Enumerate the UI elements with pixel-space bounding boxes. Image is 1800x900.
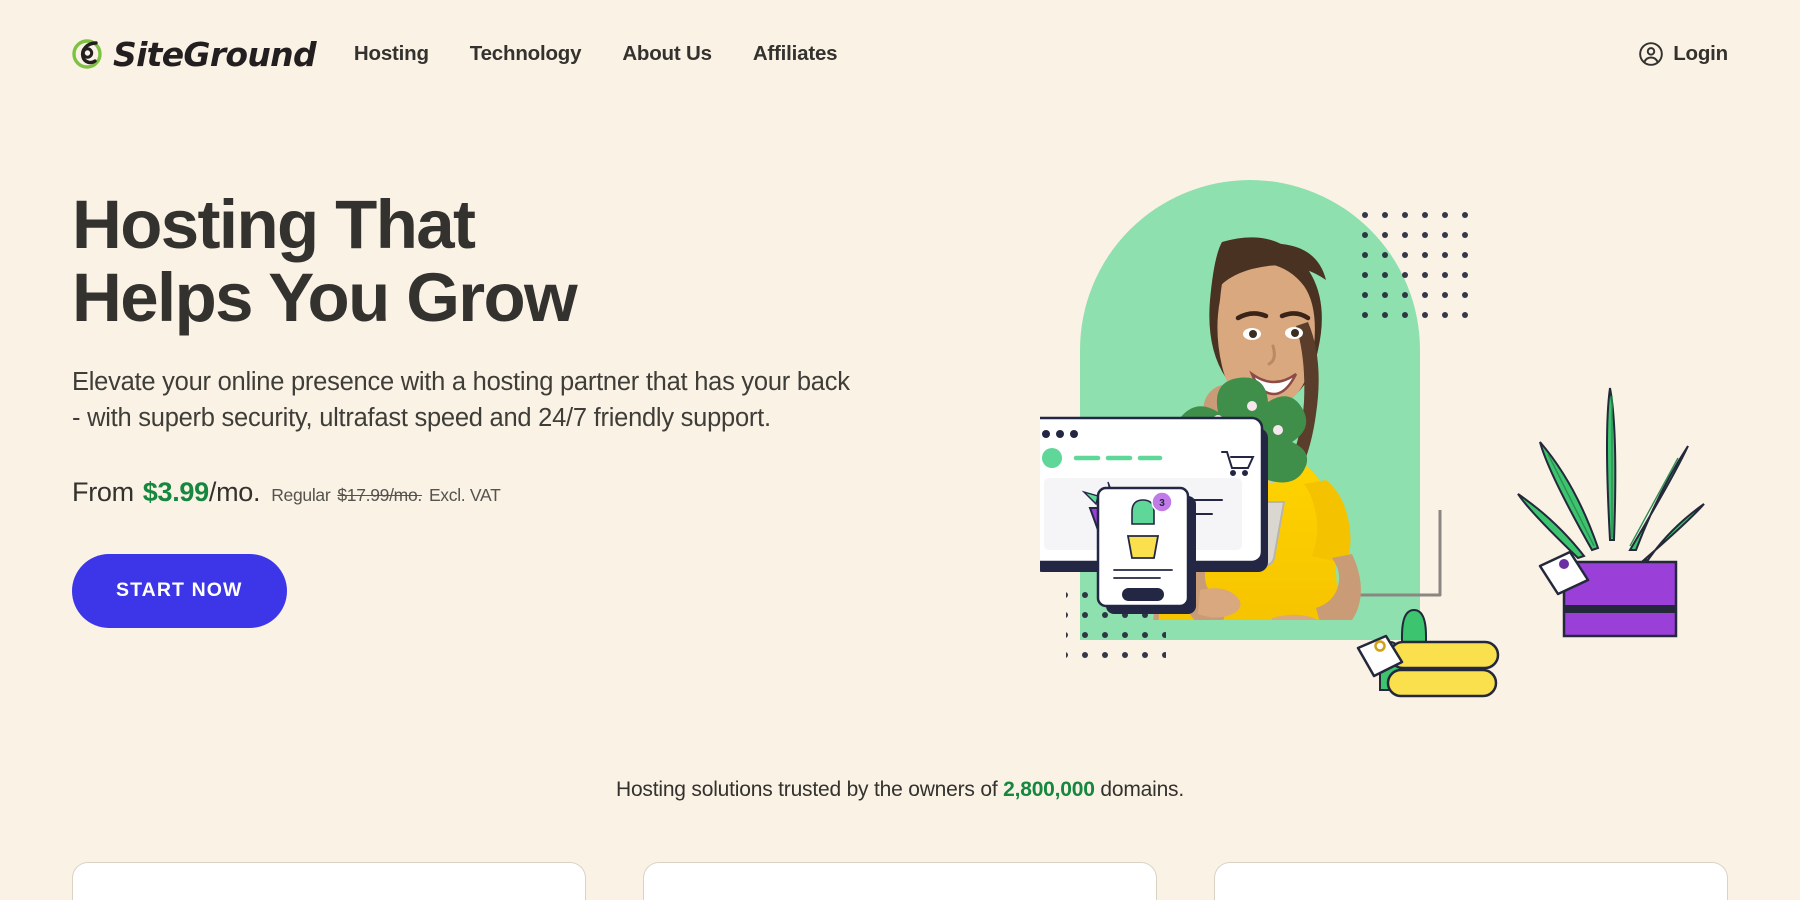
feature-card-row [72, 862, 1728, 900]
nav-item-about-us[interactable]: About Us [622, 42, 712, 66]
siteground-logo[interactable]: SiteGround [72, 34, 317, 74]
siteground-wordmark: SiteGround [113, 34, 317, 74]
feature-card[interactable] [72, 862, 586, 900]
dot-grid-top-right [1362, 212, 1478, 322]
feature-card[interactable] [643, 862, 1157, 900]
product-card-badge-count: 3 [1159, 498, 1165, 509]
site-header: SiteGround Hosting Technology About Us A… [0, 0, 1800, 108]
siteground-g-logo-icon [72, 37, 106, 71]
trust-statement: Hosting solutions trusted by the owners … [0, 778, 1800, 802]
nav-item-affiliates[interactable]: Affiliates [753, 42, 838, 66]
price-vat-note: Excl. VAT [428, 484, 501, 505]
price-period: /mo. [208, 476, 261, 507]
product-card-cta-pill [1122, 588, 1164, 601]
price-regular-label: Regular [271, 484, 331, 505]
product-card: 3 [1096, 486, 1196, 614]
login-button[interactable]: Login [1638, 41, 1728, 67]
trust-suffix: domains. [1100, 778, 1184, 801]
login-label: Login [1673, 42, 1728, 65]
price-line: From $3.99 /mo. Regular $17.99/mo. Excl.… [72, 477, 1072, 508]
hero-content: Hosting That Helps You Grow Elevate your… [72, 188, 1072, 628]
nav-item-hosting[interactable]: Hosting [354, 42, 429, 66]
main-nav: Hosting Technology About Us Affiliates [354, 42, 838, 66]
price-amount: $3.99 [142, 476, 209, 507]
price-regular-amount: $17.99/mo. [337, 484, 422, 505]
tall-leafy-plant [1517, 387, 1705, 638]
trust-prefix: Hosting solutions trusted by the owners … [615, 778, 998, 801]
page-title: Hosting That Helps You Grow [72, 186, 578, 337]
user-circle-icon [1638, 41, 1664, 67]
hero-illustration: 3 [1040, 150, 1800, 750]
start-now-button[interactable]: START NOW [72, 553, 287, 628]
hero-subheadline: Elevate your online presence with a host… [72, 368, 850, 433]
nav-item-technology[interactable]: Technology [470, 42, 582, 66]
feature-card[interactable] [1214, 862, 1728, 900]
trust-domain-count: 2,800,000 [1003, 778, 1095, 801]
price-from-label: From [72, 476, 134, 507]
